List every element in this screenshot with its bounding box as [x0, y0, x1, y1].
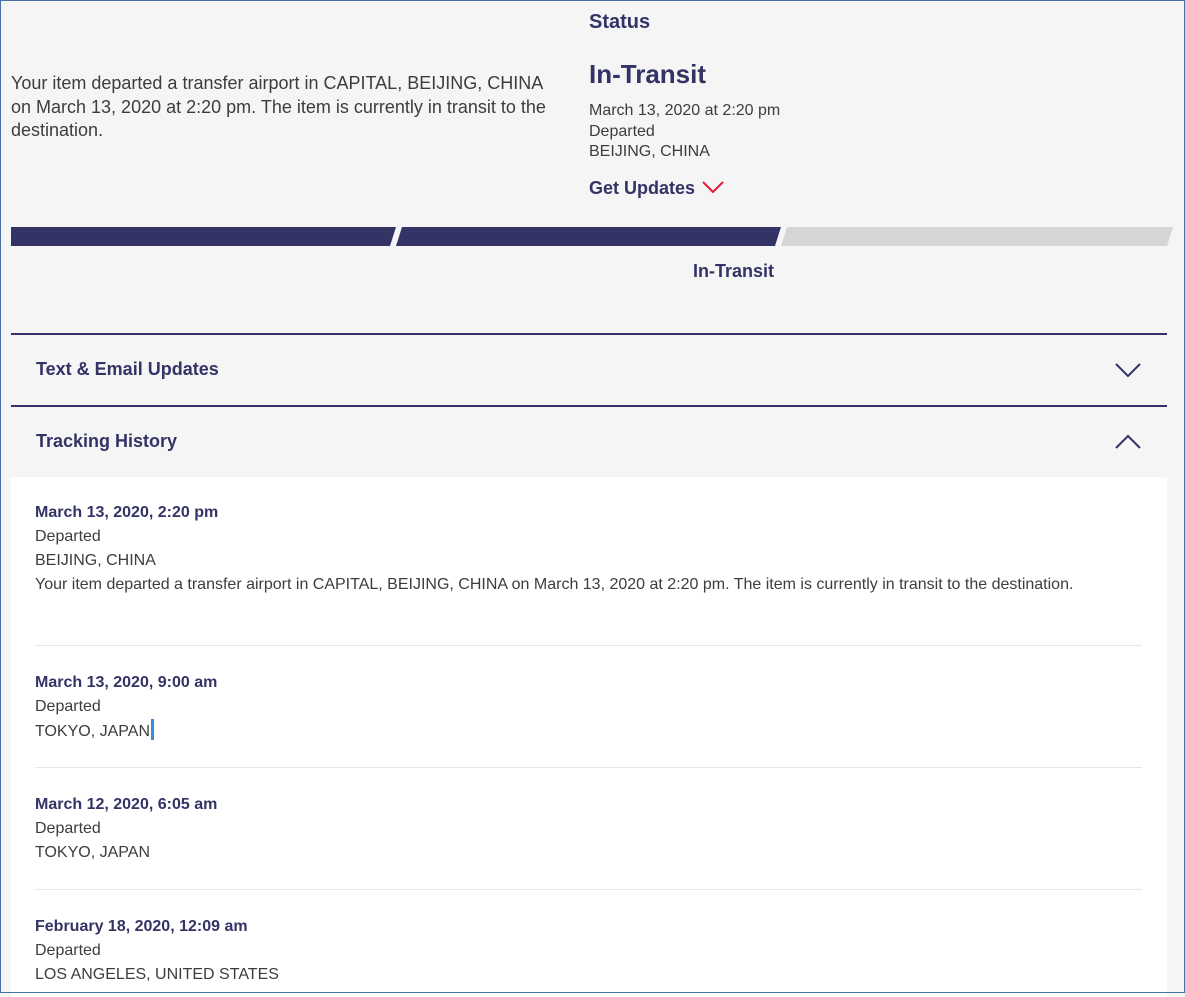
- history-location-row: TOKYO, JAPAN: [35, 719, 1142, 744]
- history-item: March 13, 2020, 2:20 pm Departed BEIJING…: [35, 501, 1142, 597]
- history-date: March 13, 2020, 9:00 am: [35, 674, 218, 691]
- tracking-history-panel: March 13, 2020, 2:20 pm Departed BEIJING…: [11, 477, 1167, 997]
- status-location: BEIJING, CHINA: [589, 143, 710, 160]
- status-heading: Status: [589, 11, 651, 33]
- history-status: Departed: [35, 820, 101, 837]
- status-datetime: March 13, 2020 at 2:20 pm: [589, 102, 781, 119]
- history-location: BEIJING, CHINA: [35, 552, 156, 569]
- history-divider: [35, 889, 1142, 890]
- chevron-down-icon: [702, 178, 724, 199]
- history-item: March 13, 2020, 9:00 am Departed TOKYO, …: [35, 671, 1142, 744]
- history-status: Departed: [35, 528, 101, 545]
- history-item: February 18, 2020, 12:09 am Departed LOS…: [35, 915, 1142, 987]
- status-summary: Your item departed a transfer airport in…: [11, 73, 546, 140]
- get-updates-label: Get Updates: [589, 178, 696, 198]
- progress-segment-1: [11, 227, 396, 246]
- history-divider: [35, 767, 1142, 768]
- progress-bar: [11, 227, 1173, 246]
- history-item: March 12, 2020, 6:05 am Departed TOKYO, …: [35, 793, 1142, 865]
- history-divider: [35, 645, 1142, 646]
- status-event: Departed: [589, 122, 655, 140]
- text-email-updates-title: Text & Email Updates: [36, 359, 219, 379]
- progress-segment-3: [781, 227, 1173, 246]
- status-value: In-Transit: [589, 59, 707, 89]
- text-email-updates-toggle[interactable]: Text & Email Updates: [11, 333, 1167, 403]
- get-updates-button[interactable]: Get Updates: [589, 178, 724, 199]
- chevron-up-icon: [1115, 434, 1141, 455]
- history-location: TOKYO, JAPAN: [35, 723, 150, 740]
- text-cursor: [151, 719, 154, 740]
- history-date: March 12, 2020, 6:05 am: [35, 796, 218, 813]
- history-status: Departed: [35, 698, 101, 715]
- history-date: February 18, 2020, 12:09 am: [35, 918, 248, 935]
- progress-current-label: In-Transit: [693, 261, 775, 281]
- tracking-history-title: Tracking History: [36, 431, 178, 451]
- history-status: Departed: [35, 942, 101, 959]
- chevron-down-icon: [1115, 362, 1141, 383]
- tracking-history-toggle[interactable]: Tracking History: [11, 405, 1167, 475]
- status-details: March 13, 2020 at 2:20 pm Departed BEIJI…: [589, 101, 780, 163]
- history-detail: Your item departed a transfer airport in…: [35, 576, 1074, 593]
- history-location: TOKYO, JAPAN: [35, 844, 150, 861]
- history-location: LOS ANGELES, UNITED STATES: [35, 966, 279, 983]
- history-date: March 13, 2020, 2:20 pm: [35, 504, 219, 521]
- progress-segment-2: [396, 227, 781, 246]
